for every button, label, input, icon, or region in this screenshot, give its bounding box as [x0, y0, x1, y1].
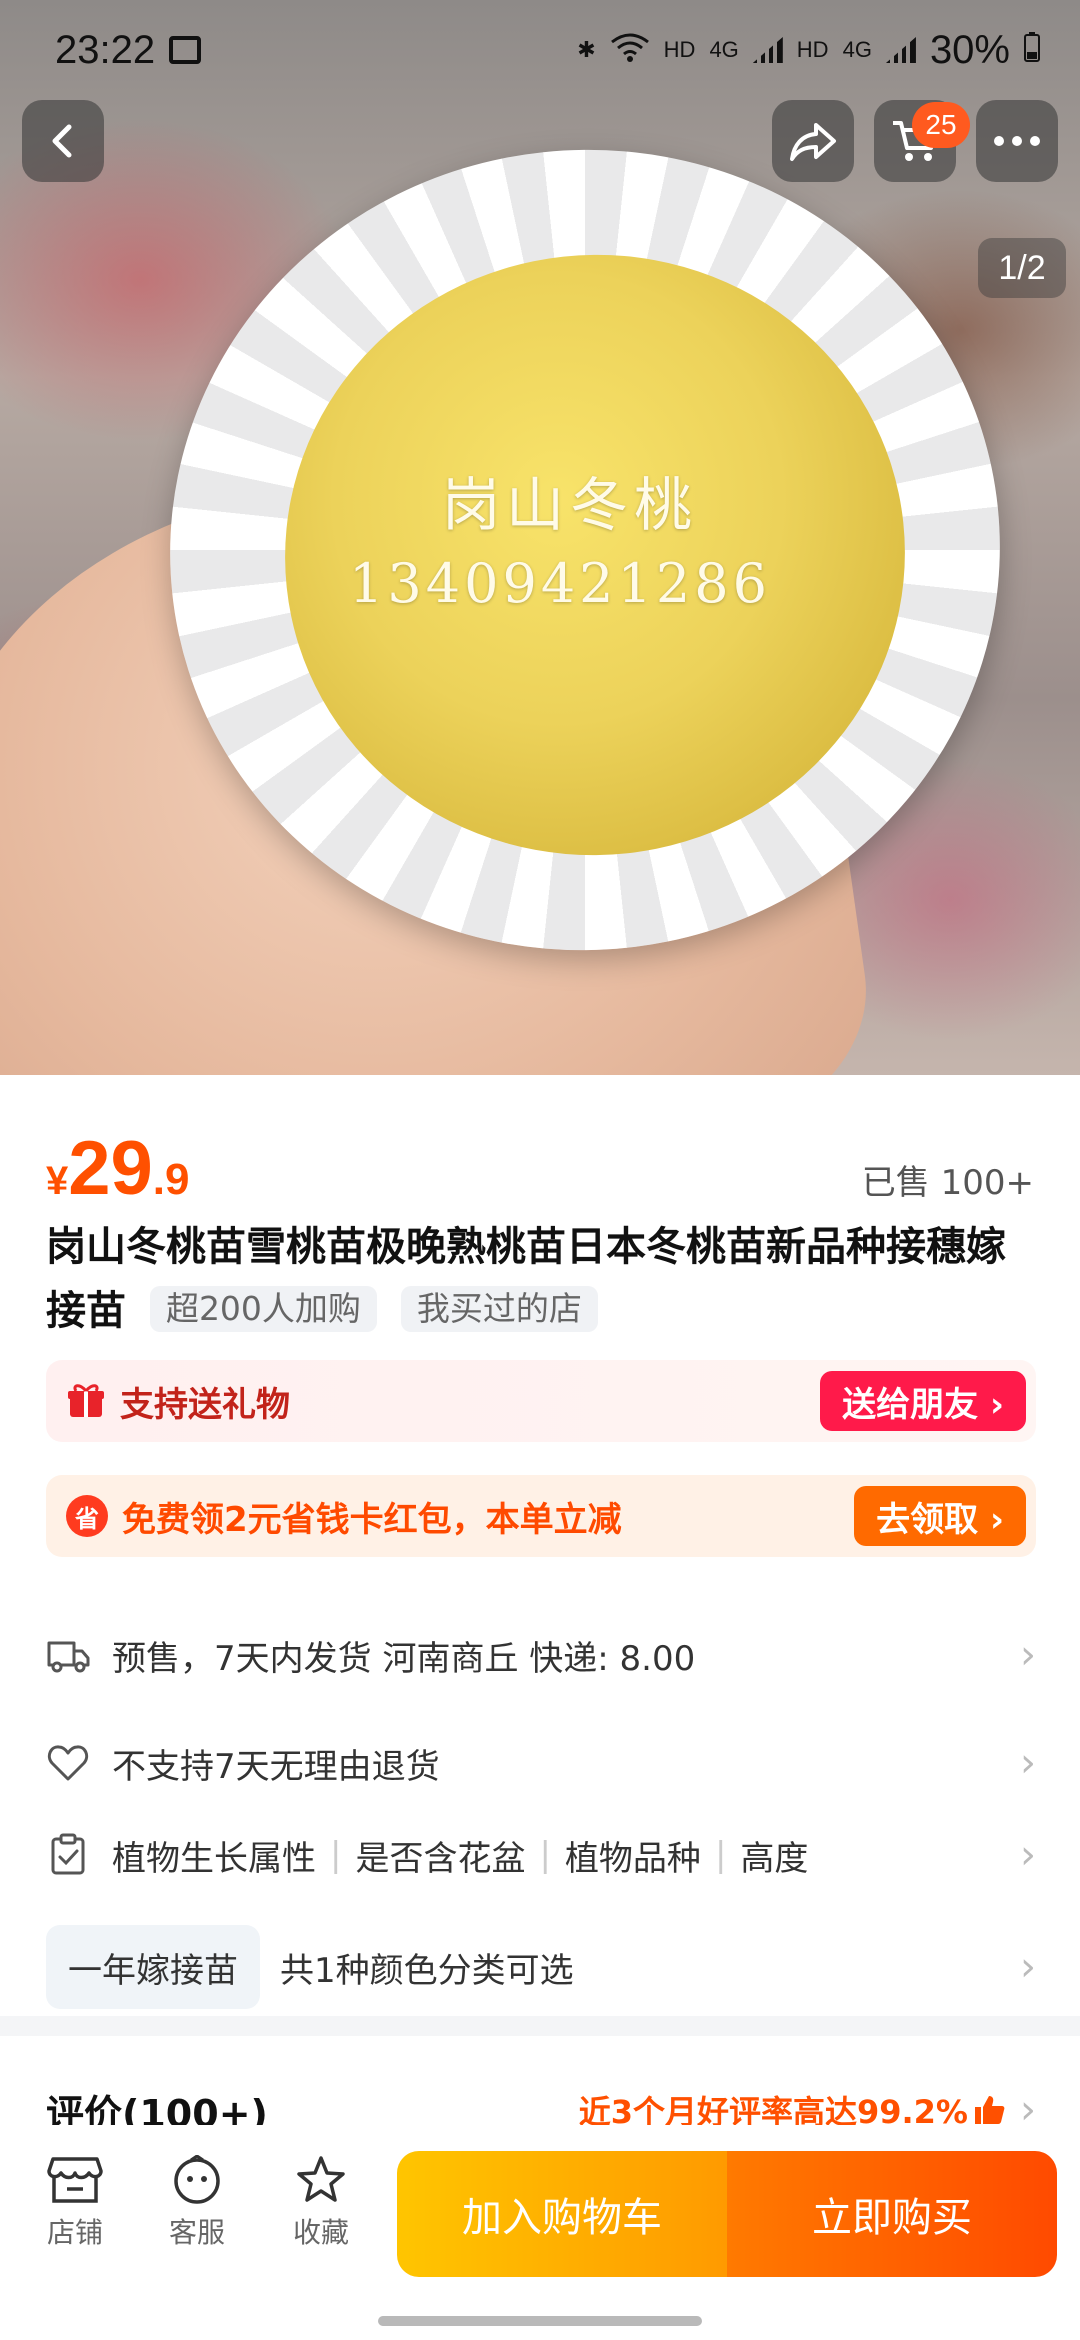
favorite-label: 收藏 — [292, 2216, 349, 2249]
attribute-item: 植物生长属性 — [112, 1838, 316, 1879]
share-button[interactable] — [772, 100, 854, 182]
sold-count: 已售 100+ — [861, 1163, 1034, 1203]
shipping-text: 预售，7天内发货 河南商丘 快递: 8.00 — [112, 1638, 696, 1679]
divider: | — [330, 1835, 342, 1875]
add-to-cart-button[interactable]: 加入购物车 — [397, 2151, 727, 2277]
attribute-item: 是否含花盆 — [355, 1838, 526, 1879]
variant-row[interactable]: 一年嫁接苗 共1种颜色分类可选 › — [46, 1925, 1036, 2009]
chevron-right-icon: › — [1020, 1832, 1036, 1878]
price-integer: 29 — [68, 1126, 153, 1211]
image-pager: 1/2 — [978, 238, 1066, 298]
hd-label-1: HD — [663, 37, 696, 62]
cart-count-badge: 25 — [912, 102, 970, 148]
status-bar: 23:22 ✱ HD 4G HD 4G 30% — [55, 20, 1040, 80]
purchase-actions: 加入购物车 立即购买 — [397, 2151, 1057, 2277]
back-arrow-icon — [52, 124, 72, 158]
service-label: 客服 — [168, 2216, 225, 2249]
hd-label-2: HD — [796, 37, 829, 62]
bottom-bar: 店铺 客服 收藏 加入购物车 立即购买 — [0, 2125, 1080, 2340]
attribute-item: 植物品种 — [564, 1838, 701, 1879]
customer-service-tab[interactable]: 客服 — [152, 2155, 242, 2251]
attribute-item: 高度 — [740, 1838, 809, 1879]
price-row: ¥ 29 .9 已售 100+ — [46, 1125, 1034, 1212]
thumbs-up-icon — [975, 2096, 1005, 2124]
tag-bought-store: 我买过的店 — [400, 1286, 598, 1332]
gallery-icon — [169, 36, 202, 64]
chevron-right-icon: › — [1020, 1944, 1036, 1990]
product-title: 岗山冬桃苗雪桃苗极晚熟桃苗日本冬桃苗新品种接穗嫁接苗 超200人加购 我买过的店 — [46, 1215, 1036, 1343]
service-face-icon — [174, 2155, 220, 2204]
claim-coupon-button[interactable]: 去领取 › — [854, 1486, 1026, 1546]
tag-add-cart-count: 超200人加购 — [149, 1286, 377, 1332]
signal-icon-2 — [885, 37, 916, 63]
divider: | — [539, 1835, 551, 1875]
star-icon — [297, 2156, 345, 2202]
buy-now-button[interactable]: 立即购买 — [727, 2151, 1057, 2277]
home-indicator[interactable] — [378, 2316, 702, 2326]
variant-text: 共1种颜色分类可选 — [280, 1950, 574, 1991]
favorite-tab[interactable]: 收藏 — [276, 2155, 366, 2251]
battery-percent: 30% — [929, 27, 1010, 72]
send-to-friend-button[interactable]: 送给朋友 › — [820, 1371, 1026, 1431]
watermark-line2: 13409421286 — [349, 552, 771, 615]
divider: | — [714, 1835, 727, 1875]
attributes-row[interactable]: 植物生长属性 | 是否含花盆 | 植物品种 | 高度 › — [46, 1820, 1036, 1890]
store-icon — [47, 2157, 103, 2203]
more-button[interactable] — [976, 100, 1058, 182]
back-button[interactable] — [22, 100, 104, 182]
share-icon — [790, 123, 836, 161]
heart-icon — [47, 1745, 89, 1781]
returns-row[interactable]: 不支持7天无理由退货 › — [46, 1728, 1036, 1798]
shop-label: 店铺 — [46, 2216, 103, 2249]
network-label-1: 4G — [709, 37, 739, 62]
price-symbol: ¥ — [46, 1159, 69, 1203]
variant-chip[interactable]: 一年嫁接苗 — [46, 1925, 260, 2009]
more-dots-icon — [994, 136, 1040, 146]
shop-tab[interactable]: 店铺 — [30, 2155, 120, 2251]
coupon-icon: 省 — [66, 1495, 108, 1537]
chevron-right-icon: › — [1020, 1632, 1036, 1678]
battery-icon — [1024, 32, 1040, 68]
bluetooth-icon: ✱ — [577, 37, 596, 62]
section-divider — [0, 2016, 1080, 2036]
wifi-icon — [610, 32, 650, 68]
coupon-banner[interactable]: 省 免费领2元省钱卡红包，本单立减 去领取 › — [46, 1475, 1036, 1557]
price-decimal: .9 — [152, 1155, 190, 1204]
chevron-right-icon: › — [1020, 1740, 1036, 1786]
network-label-2: 4G — [842, 37, 872, 62]
product-info-panel: ¥ 29 .9 已售 100+ 岗山冬桃苗雪桃苗极晚熟桃苗日本冬桃苗新品种接穗嫁… — [0, 1075, 1080, 2125]
clipboard-check-icon — [51, 1833, 85, 1875]
signal-icon-1 — [752, 37, 783, 63]
truck-icon — [47, 1641, 90, 1673]
coupon-text: 免费领2元省钱卡红包，本单立减 — [122, 1499, 622, 1540]
status-time: 23:22 — [55, 27, 156, 72]
gift-text: 支持送礼物 — [120, 1384, 290, 1425]
gift-banner[interactable]: 支持送礼物 送给朋友 › — [46, 1360, 1036, 1442]
shipping-row[interactable]: 预售，7天内发货 河南商丘 快递: 8.00 › — [46, 1620, 1036, 1690]
watermark-line1: 岗山冬桃 — [441, 471, 698, 539]
gift-icon — [68, 1384, 104, 1417]
returns-text: 不支持7天无理由退货 — [112, 1746, 440, 1787]
